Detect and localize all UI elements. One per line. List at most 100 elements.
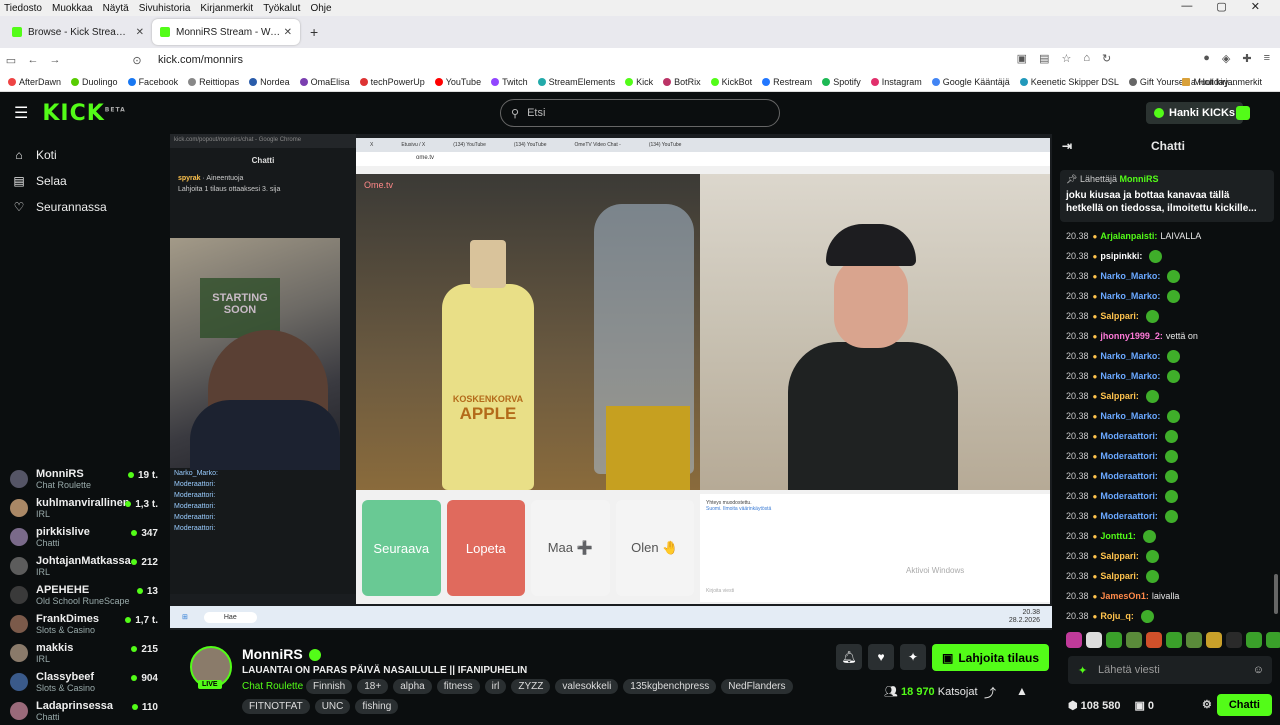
account-icon[interactable]: ● — [1203, 52, 1210, 65]
new-tab-icon[interactable]: + — [310, 24, 318, 40]
browser-tab-monnirs[interactable]: MonniRS Stream - Watch Live ✕ — [152, 19, 300, 45]
gift-icon[interactable] — [1236, 106, 1250, 120]
notification-bell-icon[interactable]: 🔔︎ — [836, 644, 862, 670]
chat-username[interactable]: Salppari: — [1100, 571, 1139, 581]
channel-item[interactable]: pirkkislive Chatti 347 — [0, 522, 170, 551]
search-input[interactable]: ⚲ Etsi — [500, 99, 780, 127]
channel-item[interactable]: Classybeef Slots & Casino 904 — [0, 667, 170, 696]
channel-item[interactable]: APEHEHE Old School RuneScape 13 — [0, 580, 170, 609]
stream-tag[interactable]: 135kgbenchpress — [623, 679, 717, 694]
emote-icon[interactable] — [1166, 632, 1182, 648]
emote-icon[interactable] — [1086, 632, 1102, 648]
bookmark-item[interactable]: Kick — [625, 77, 653, 87]
chat-username[interactable]: Moderaattori: — [1100, 471, 1158, 481]
chat-username[interactable]: Narko_Marko: — [1100, 351, 1160, 361]
chat-username[interactable]: Narko_Marko: — [1100, 371, 1160, 381]
extension-icon[interactable]: ◈ — [1222, 52, 1230, 65]
chat-username[interactable]: Moderaattori: — [1100, 431, 1158, 441]
country-button[interactable]: Maa ➕ — [531, 500, 610, 596]
channel-item[interactable]: JohtajanMatkassa IRL 212 — [0, 551, 170, 580]
emote-icon[interactable] — [1206, 632, 1222, 648]
next-button[interactable]: Seuraava — [362, 500, 441, 596]
emoji-icon[interactable]: ☺ — [1253, 664, 1264, 676]
chat-username[interactable]: Moderaattori: — [1100, 491, 1158, 501]
address-bar[interactable]: kick.com/monnirs — [158, 54, 243, 66]
bookmark-item[interactable]: Duolingo — [71, 77, 118, 87]
chat-username[interactable]: Narko_Marko: — [1100, 271, 1160, 281]
emote-icon[interactable] — [1226, 632, 1242, 648]
video-player[interactable]: kick.com/popout/monnirs/chat - Google Ch… — [170, 134, 1052, 630]
share-icon[interactable]: ⤴ — [984, 684, 996, 701]
back-icon[interactable]: ← — [22, 54, 44, 66]
chat-username[interactable]: Salppari: — [1100, 551, 1139, 561]
report-icon[interactable]: ▲ — [1016, 684, 1028, 698]
stream-tag[interactable]: FITNOTFAT — [242, 699, 310, 714]
screenshot-icon[interactable]: ▣ — [1017, 52, 1027, 65]
chat-username[interactable]: Arjalanpaisti: — [1100, 231, 1157, 241]
chat-username[interactable]: Salppari: — [1100, 391, 1139, 401]
browser-tab-browse[interactable]: Browse - Kick Streaming ✕ — [4, 19, 152, 45]
menu-item[interactable]: Muokkaa — [52, 3, 93, 14]
bookmark-item[interactable]: Keenetic Skipper DSL — [1019, 77, 1119, 87]
stream-tag[interactable]: fitness — [436, 679, 480, 694]
menu-item[interactable]: Sivuhistoria — [139, 3, 191, 14]
get-kicks-button[interactable]: Hanki KICKs — [1146, 102, 1244, 124]
close-icon[interactable]: ✕ — [1251, 0, 1260, 13]
emote-icon[interactable] — [1066, 632, 1082, 648]
stream-tag[interactable]: valesokkeli — [555, 679, 619, 694]
chat-scrollbar[interactable] — [1274, 574, 1278, 614]
bookmark-item[interactable]: Spotify — [822, 77, 861, 87]
site-info-icon[interactable]: ⊙ — [126, 54, 148, 67]
stream-tag[interactable]: fishing — [355, 699, 399, 714]
bookmark-item[interactable]: KickBot — [710, 77, 752, 87]
kick-logo[interactable]: KICKBETA — [42, 101, 125, 126]
gender-button[interactable]: Olen 🤚 — [615, 500, 694, 596]
chat-username[interactable]: Narko_Marko: — [1100, 411, 1160, 421]
follow-heart-icon[interactable]: ♥ — [868, 644, 894, 670]
stream-tag[interactable]: Finnish — [306, 679, 353, 694]
channel-item[interactable]: Ladaprinsessa Chatti 110 — [0, 696, 170, 725]
gift-subscription-button[interactable]: ▣ Lahjoita tilaus — [932, 644, 1050, 671]
gift-count[interactable]: ▣ 0 — [1134, 699, 1154, 712]
menu-item[interactable]: Ohje — [310, 3, 331, 14]
stream-tag[interactable]: irl — [484, 679, 507, 694]
menu-item[interactable]: Tiedosto — [4, 3, 42, 14]
streamer-name[interactable]: MonniRS — [242, 646, 321, 662]
forward-icon[interactable]: → — [44, 54, 66, 66]
extensions-icon[interactable]: ✚ — [1242, 52, 1251, 65]
bookmark-item[interactable]: OmaElisa — [299, 77, 350, 87]
channel-points[interactable]: ⬢ 108 580 — [1068, 699, 1120, 712]
maximize-icon[interactable]: ▢ — [1216, 0, 1226, 13]
chat-username[interactable]: jhonny1999_2: — [1100, 331, 1163, 341]
chat-username[interactable]: Salppari: — [1100, 311, 1139, 321]
menu-item[interactable]: Näytä — [103, 3, 129, 14]
chat-username[interactable]: psipinkki: — [1100, 251, 1142, 261]
bookmark-item[interactable]: Twitch — [491, 77, 528, 87]
bookmark-item[interactable]: BotRix — [663, 77, 701, 87]
home-icon[interactable]: ⌂ — [1083, 52, 1090, 65]
sidebar-nav-koti[interactable]: ⌂ Koti — [0, 142, 170, 168]
chat-send-button[interactable]: Chatti — [1216, 694, 1272, 716]
sidebar-nav-seurannassa[interactable]: ♡ Seurannassa — [0, 194, 170, 220]
menu-item[interactable]: Kirjanmerkit — [200, 3, 253, 14]
sidebar-nav-selaa[interactable]: ▤ Selaa — [0, 168, 170, 194]
collapse-chat-icon[interactable]: ⇥ — [1062, 139, 1072, 153]
stream-tag[interactable]: NedFlanders — [721, 679, 793, 694]
bookmark-item[interactable]: Instagram — [870, 77, 922, 87]
other-bookmarks[interactable]: Muut kirjanmerkit — [1182, 77, 1262, 87]
emote-icon[interactable] — [1146, 632, 1162, 648]
bookmark-item[interactable]: Restream — [762, 77, 812, 87]
stream-tag[interactable]: alpha — [393, 679, 432, 694]
chat-username[interactable]: Moderaattori: — [1100, 511, 1158, 521]
bookmark-item[interactable]: Nordea — [249, 77, 290, 87]
stream-tag[interactable]: UNC — [314, 699, 351, 714]
bookmark-item[interactable]: techPowerUp — [359, 77, 425, 87]
reader-icon[interactable]: ▤ — [1039, 52, 1049, 65]
bookmark-item[interactable]: Facebook — [127, 77, 178, 87]
reload-icon[interactable]: ↻ — [1102, 52, 1111, 65]
emote-icon[interactable] — [1246, 632, 1262, 648]
chat-username[interactable]: JamesOn1: — [1100, 591, 1149, 601]
channel-item[interactable]: FrankDimes Slots & Casino 1,7 t. — [0, 609, 170, 638]
emote-icon[interactable] — [1266, 632, 1280, 648]
menu-icon[interactable]: ≡ — [1264, 52, 1270, 65]
